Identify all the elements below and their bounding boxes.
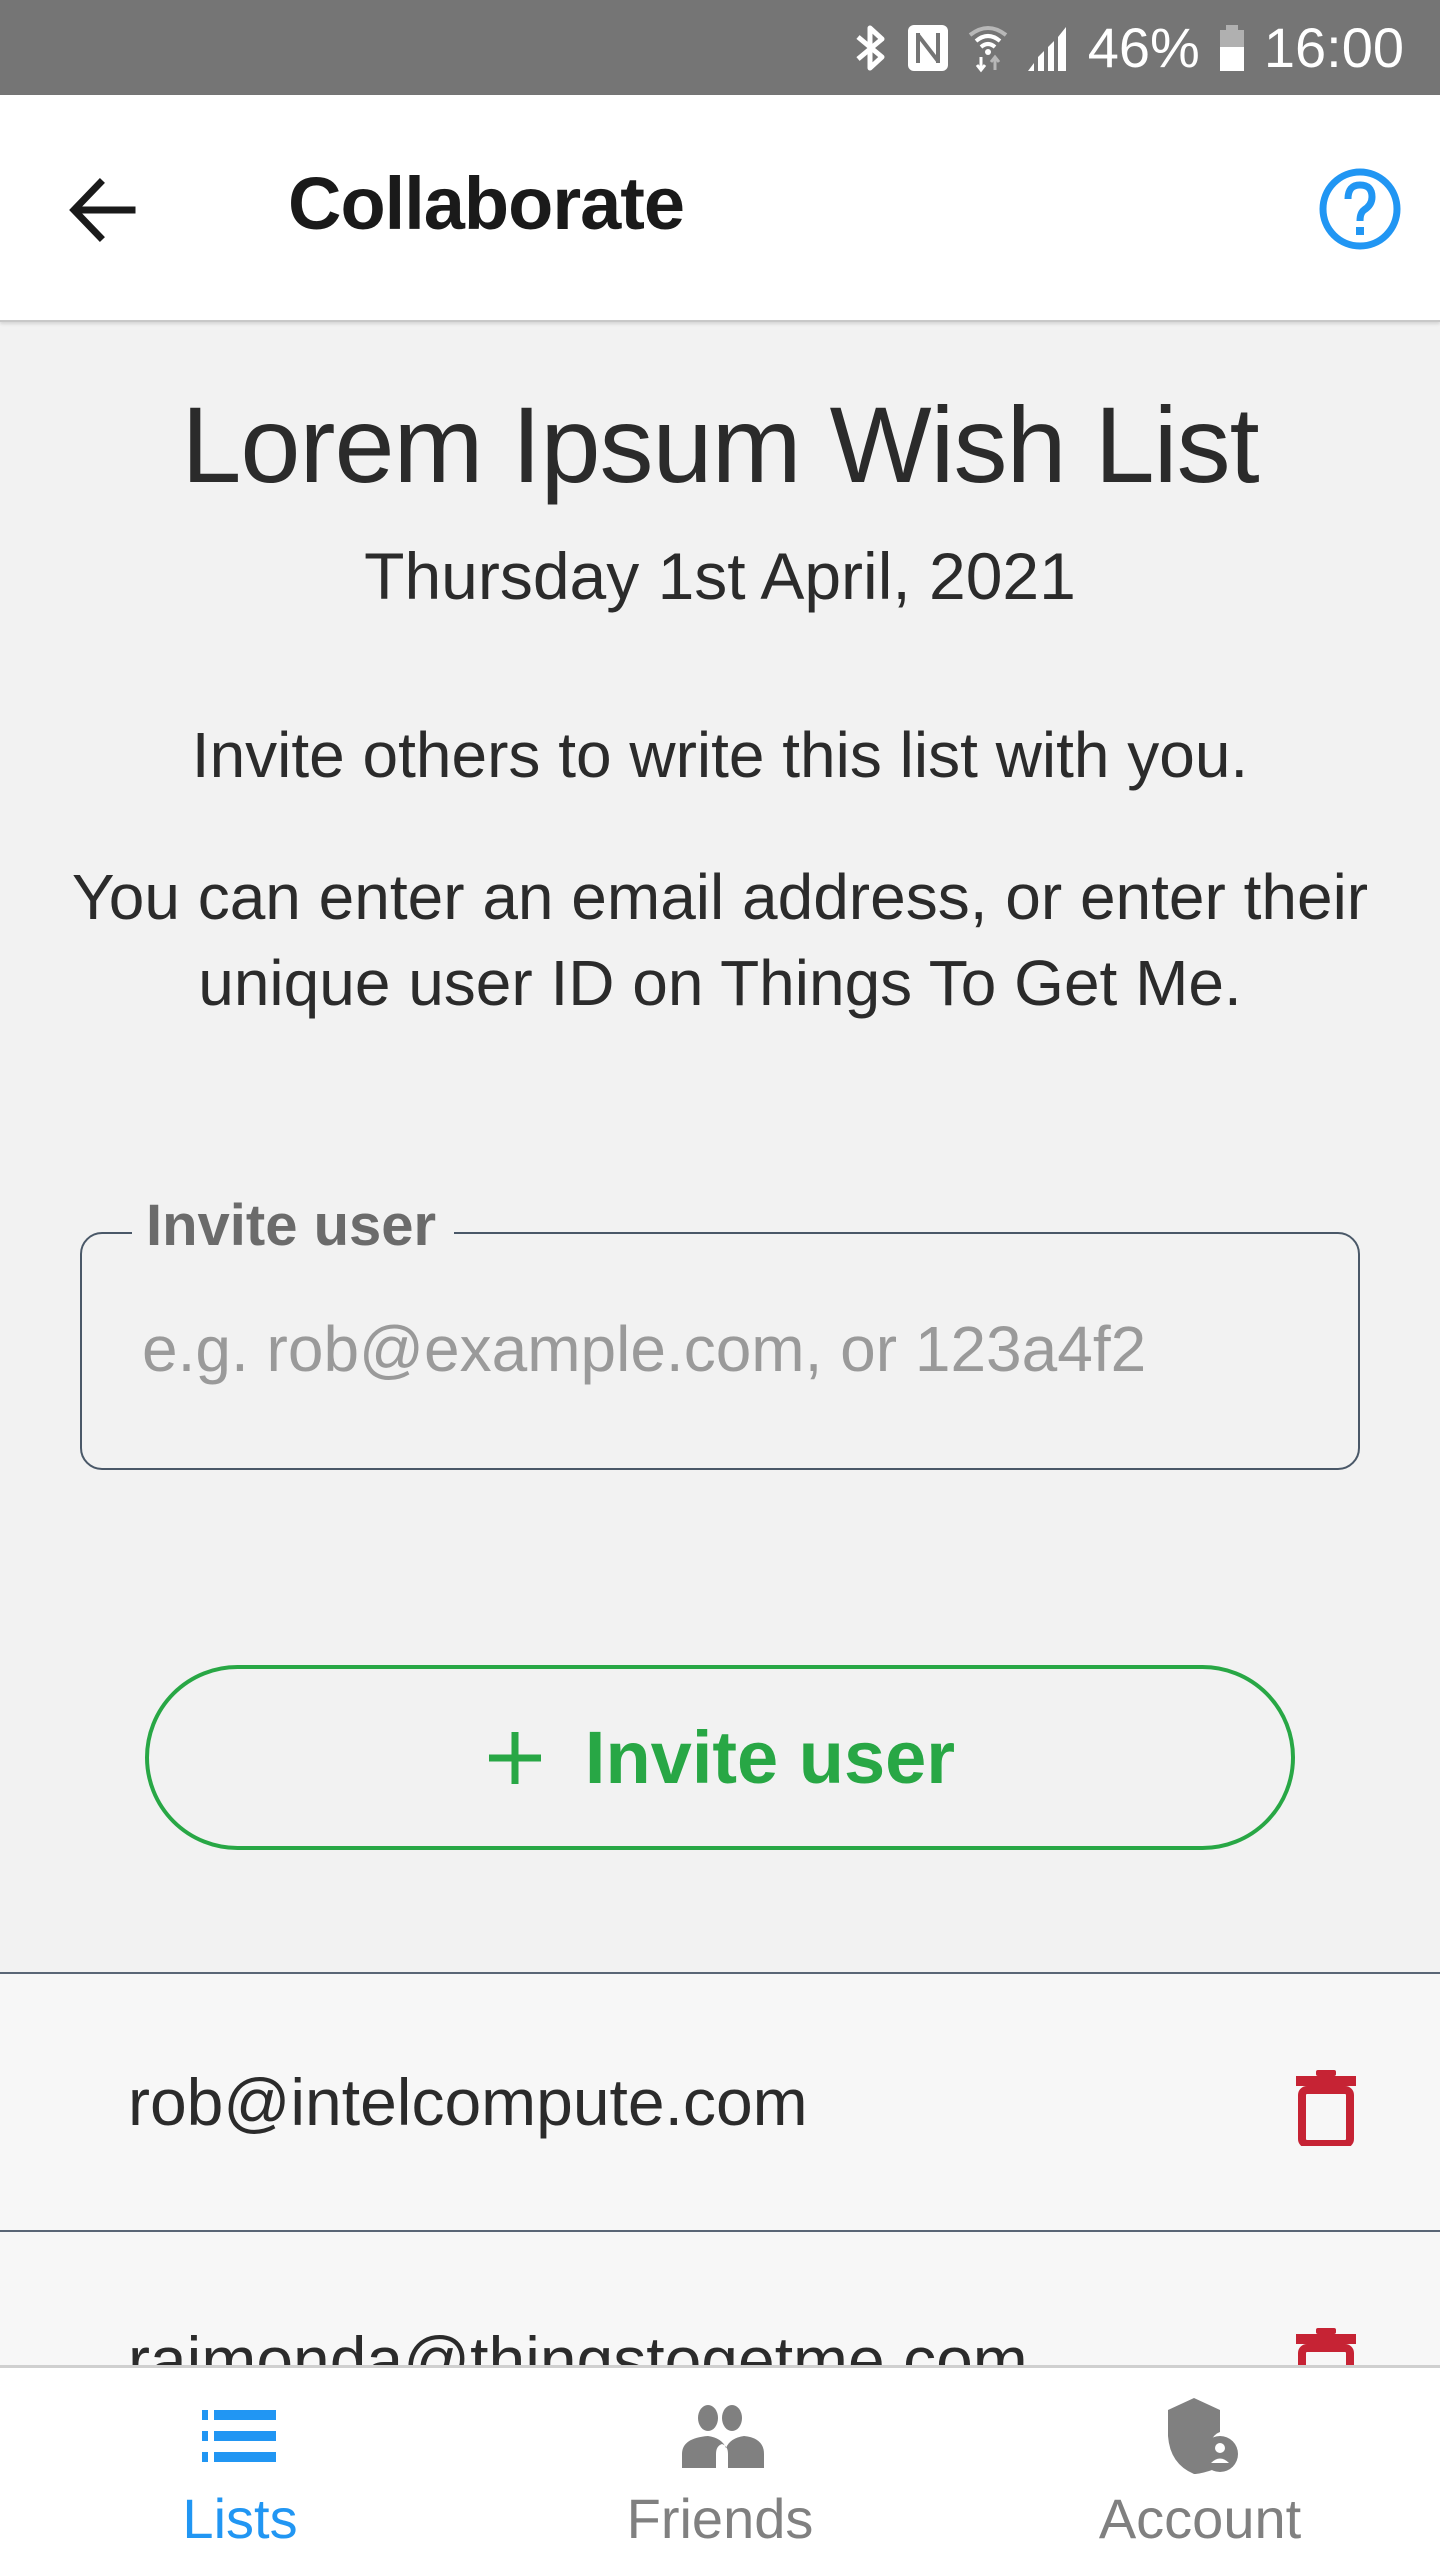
people-icon xyxy=(682,2405,764,2468)
list-date: Thursday 1st April, 2021 xyxy=(364,539,1076,613)
help-button[interactable] xyxy=(1316,165,1404,253)
nfc-icon xyxy=(906,23,950,73)
cell-signal-icon xyxy=(1026,23,1070,73)
nav-item-lists[interactable]: Lists xyxy=(0,2368,480,2560)
invite-instructions: You can enter an email address, or enter… xyxy=(71,861,1369,1019)
collaborator-row: rob@intelcompute.com xyxy=(0,1972,1440,2230)
wifi-data-icon xyxy=(968,23,1008,73)
invite-intro: Invite others to write this list with yo… xyxy=(191,719,1249,791)
nav-label-account: Account xyxy=(1098,2487,1302,2550)
page-title: Collaborate xyxy=(288,162,685,245)
nav-label-lists: Lists xyxy=(182,2487,298,2550)
status-bar: 46% 16:00 xyxy=(0,0,1440,95)
nav-item-account[interactable]: Account xyxy=(960,2368,1440,2560)
help-circle-icon xyxy=(1319,168,1401,250)
delete-collaborator-button[interactable] xyxy=(1296,2070,1356,2148)
invite-user-button[interactable]: Invite user xyxy=(145,1665,1295,1850)
invite-user-field: Invite user xyxy=(80,1192,1360,1470)
list-icon xyxy=(202,2410,276,2462)
clock-time: 16:00 xyxy=(1263,16,1404,79)
plus-icon xyxy=(488,1731,541,1784)
collaborator-email: rob@intelcompute.com xyxy=(128,2065,808,2139)
battery-icon xyxy=(1218,23,1246,73)
back-button[interactable] xyxy=(60,165,150,255)
nav-item-friends[interactable]: Friends xyxy=(480,2368,960,2560)
arrow-left-icon xyxy=(69,178,136,242)
invite-user-input[interactable] xyxy=(142,1304,1302,1394)
list-title: Lorem Ipsum Wish List xyxy=(181,384,1259,505)
shield-account-icon xyxy=(1168,2398,1238,2474)
invite-user-button-label: Invite user xyxy=(584,1716,956,1799)
app-bar: Collaborate xyxy=(0,95,1440,322)
nav-label-friends: Friends xyxy=(626,2487,814,2550)
bluetooth-icon xyxy=(854,23,888,73)
trash-icon xyxy=(1296,2070,1356,2148)
battery-percent: 46% xyxy=(1087,16,1200,79)
invite-user-label: Invite user xyxy=(132,1192,455,1259)
bottom-navigation: Lists Friends Account xyxy=(0,2365,1440,2560)
